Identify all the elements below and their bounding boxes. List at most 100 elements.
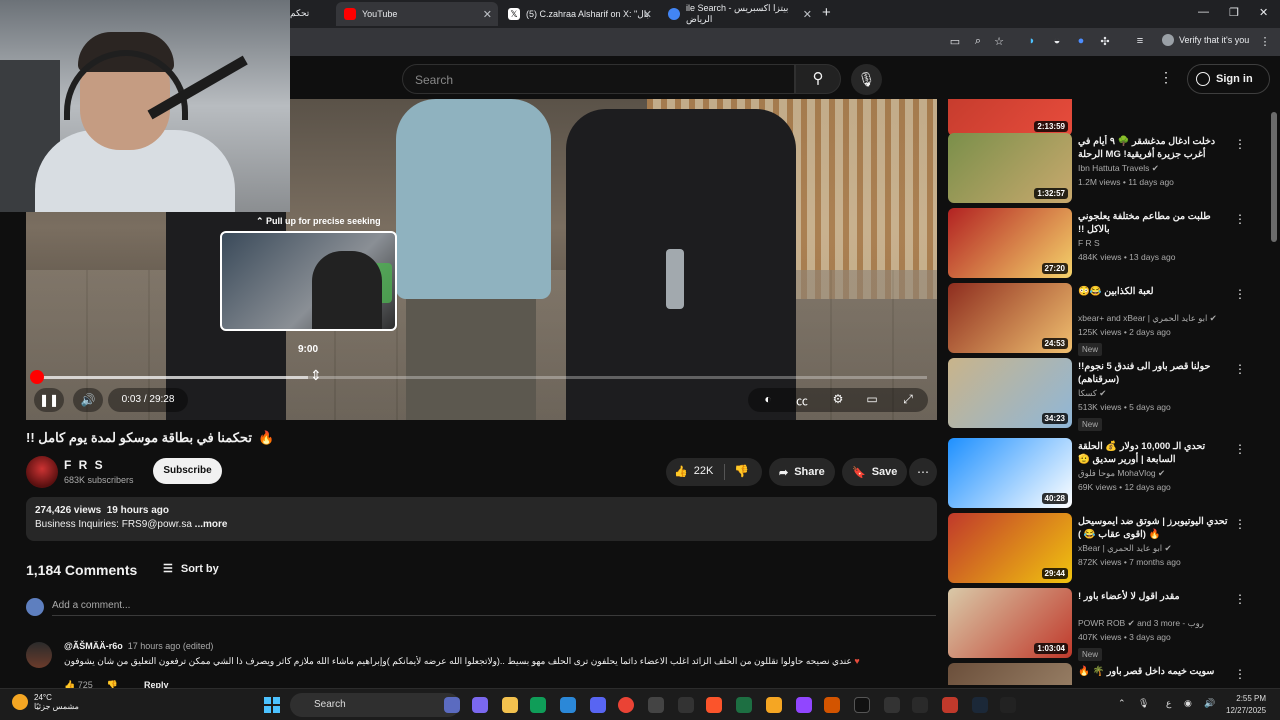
- network-icon[interactable]: ◉: [1184, 698, 1192, 709]
- close-tab-icon[interactable]: ✕: [483, 8, 492, 21]
- related-video-menu-icon[interactable]: ⋮: [1234, 137, 1246, 151]
- related-video-channel[interactable]: كسكا ✔: [1078, 388, 1228, 399]
- related-video-menu-icon[interactable]: ⋮: [1234, 362, 1246, 376]
- scrollbar[interactable]: [1271, 112, 1277, 242]
- settings-gear-icon[interactable]: ⚙: [828, 392, 848, 406]
- app-icon[interactable]: [678, 697, 694, 713]
- related-video-menu-icon[interactable]: ⋮: [1234, 212, 1246, 226]
- pause-button[interactable]: ❚❚: [34, 388, 64, 412]
- related-video-title[interactable]: تحدي اليوتيوبرز | شوتق ضد ايموسيحل 🔥 (اق…: [1078, 515, 1228, 541]
- tray-chevron-icon[interactable]: ⌃: [1118, 698, 1126, 709]
- tab-youtube[interactable]: YouTube ✕: [336, 2, 498, 26]
- related-video-menu-icon[interactable]: ⋮: [1234, 667, 1246, 681]
- sign-in-button[interactable]: Sign in: [1187, 64, 1270, 94]
- store-icon[interactable]: [560, 697, 576, 713]
- related-video-item[interactable]: سويت خيمه داخل قصر باور 🌴 🔥Ibrahim ✔ and…: [948, 663, 1258, 685]
- microphone-tray-icon[interactable]: 🎙: [1138, 698, 1149, 709]
- close-tab-icon[interactable]: ✕: [803, 8, 812, 21]
- tab-x-post[interactable]: 𝕏 (5) C.zahraa Alsharif on X: "بال ✕: [500, 2, 658, 26]
- settings-kebab-icon[interactable]: ⋮: [1159, 69, 1173, 86]
- minimize-icon[interactable]: —: [1198, 6, 1209, 18]
- related-video-title[interactable]: مقدر اقول لا لأعضاء باور !: [1078, 590, 1228, 603]
- related-video-channel[interactable]: Ibn Hattuta Travels ✔: [1078, 163, 1228, 174]
- media-control-icon[interactable]: ≡: [1133, 35, 1147, 47]
- cast-icon[interactable]: ▭: [948, 35, 962, 48]
- related-video-title[interactable]: لعبة الكذابين 😂😳: [1078, 285, 1228, 298]
- brave-icon[interactable]: [706, 697, 722, 713]
- search-button[interactable]: ⚲: [795, 64, 841, 94]
- related-video-item[interactable]: 34:23 حولنا قصر باور الى فندق 5 نجوم!! (س…: [948, 358, 1258, 431]
- related-video-item[interactable]: 40:28 تحدي الـ 10,000 دولار 💰 الحلقة السا…: [948, 438, 1258, 508]
- puzzle-icon[interactable]: ✣: [1098, 35, 1112, 48]
- related-video-thumbnail[interactable]: 27:20: [948, 208, 1072, 278]
- tiktok-icon[interactable]: [854, 697, 870, 713]
- related-video-title[interactable]: حولنا قصر باور الى فندق 5 نجوم!! (سرقناه…: [1078, 360, 1228, 386]
- app-icon[interactable]: [824, 697, 840, 713]
- related-video-thumbnail[interactable]: 2:13:59: [948, 99, 1072, 136]
- bookmark-star-icon[interactable]: ☆: [992, 35, 1006, 48]
- channel-name[interactable]: F R S: [64, 458, 105, 472]
- related-video-title[interactable]: دخلت ادغال مدغشقر 🌳 ٩ أيام في أغرب جزيرة…: [1078, 135, 1228, 161]
- voice-search-button[interactable]: 🎙: [851, 64, 882, 95]
- related-video-thumbnail[interactable]: 29:44: [948, 513, 1072, 583]
- like-button[interactable]: 👍 22K: [674, 465, 713, 478]
- app-icon[interactable]: [1000, 697, 1016, 713]
- steam-icon[interactable]: [972, 697, 988, 713]
- more-actions-icon[interactable]: ⋯: [909, 458, 937, 486]
- related-video-thumbnail[interactable]: [948, 663, 1072, 685]
- description-more[interactable]: ...more: [195, 519, 228, 530]
- related-video-menu-icon[interactable]: ⋮: [1234, 592, 1246, 606]
- tab-google-search[interactable]: ile Search - بيتزا اكسبريس الرياض ✕: [660, 2, 818, 26]
- save-button[interactable]: 🔖 Save: [842, 458, 908, 486]
- related-video-item[interactable]: 2:13:59776K views • 13 days ago⋮: [948, 99, 1258, 136]
- related-video-thumbnail[interactable]: 1:03:04: [948, 588, 1072, 658]
- related-video-channel[interactable]: F R S: [1078, 238, 1228, 248]
- related-video-title[interactable]: طلبت من مطاعم مختلفة يعلجوني بالاكل !!: [1078, 210, 1228, 236]
- related-video-menu-icon[interactable]: ⋮: [1234, 517, 1246, 531]
- close-tab-icon[interactable]: ✕: [643, 8, 652, 21]
- related-video-title[interactable]: سويت خيمه داخل قصر باور 🌴 🔥: [1078, 665, 1228, 678]
- related-video-item[interactable]: 1:03:04 مقدر اقول لا لأعضاء باور ! POWR RO…: [948, 588, 1258, 661]
- twitch-icon[interactable]: [796, 697, 812, 713]
- sort-by-button[interactable]: ☰ Sort by: [163, 562, 219, 576]
- excel-icon[interactable]: [736, 697, 752, 713]
- related-video-item[interactable]: 1:32:57 دخلت ادغال مدغشقر 🌳 ٩ أيام في أغر…: [948, 133, 1258, 203]
- windows-start-icon[interactable]: [264, 697, 280, 713]
- app-icon[interactable]: [912, 697, 928, 713]
- progress-bar[interactable]: [36, 376, 927, 379]
- related-video-thumbnail[interactable]: 34:23: [948, 358, 1072, 428]
- related-video-channel[interactable]: POWR ROB ✔ and 3 more - روب: [1078, 618, 1228, 629]
- related-video-title[interactable]: تحدي الـ 10,000 دولار 💰 الحلقة السابعة |…: [1078, 440, 1228, 466]
- volume-tray-icon[interactable]: 🔊: [1204, 698, 1215, 709]
- comment-avatar[interactable]: [26, 642, 52, 668]
- file-explorer-icon[interactable]: [502, 697, 518, 713]
- chrome-icon[interactable]: [618, 697, 634, 713]
- channel-avatar[interactable]: [26, 456, 58, 488]
- theater-mode-icon[interactable]: ▭: [862, 392, 882, 406]
- related-video-thumbnail[interactable]: 40:28: [948, 438, 1072, 508]
- app-icon[interactable]: [766, 697, 782, 713]
- profile-button[interactable]: Verify that it's you: [1162, 34, 1249, 46]
- weather-widget[interactable]: 24°C مشمس جزئيًا: [12, 693, 79, 711]
- comment-author[interactable]: @ÃŠMÄÄ-r6o: [64, 641, 123, 651]
- related-video-channel[interactable]: xBear | ابو عايد الحمري ✔: [1078, 543, 1228, 554]
- close-window-icon[interactable]: ✕: [1259, 6, 1268, 19]
- captions-icon[interactable]: ㏄: [792, 392, 812, 409]
- browser-menu-icon[interactable]: ⋮: [1258, 35, 1272, 48]
- related-video-thumbnail[interactable]: 1:32:57: [948, 133, 1072, 203]
- related-video-channel[interactable]: موحا فلوق MohaVlog ✔: [1078, 468, 1228, 479]
- related-video-thumbnail[interactable]: 24:53: [948, 283, 1072, 353]
- language-indicator[interactable]: ع: [1166, 698, 1171, 709]
- related-video-channel[interactable]: xbear+ and xBear | ابو عايد الحمري ✔: [1078, 313, 1228, 324]
- app-icon[interactable]: [942, 697, 958, 713]
- related-video-item[interactable]: 27:20 طلبت من مطاعم مختلفة يعلجوني بالاكل…: [948, 208, 1258, 278]
- search-input[interactable]: Search: [402, 64, 795, 94]
- zoom-icon[interactable]: ⌕: [971, 35, 985, 48]
- related-video-menu-icon[interactable]: ⋮: [1234, 287, 1246, 301]
- related-video-item[interactable]: 29:44 تحدي اليوتيوبرز | شوتق ضد ايموسيحل …: [948, 513, 1258, 583]
- thumbs-down-icon[interactable]: 👎: [734, 464, 749, 478]
- share-button[interactable]: ➦ Share: [769, 458, 835, 486]
- extension-icon[interactable]: ◗: [1025, 35, 1039, 47]
- taskbar-search[interactable]: Search: [290, 693, 460, 717]
- related-video-menu-icon[interactable]: ⋮: [1234, 442, 1246, 456]
